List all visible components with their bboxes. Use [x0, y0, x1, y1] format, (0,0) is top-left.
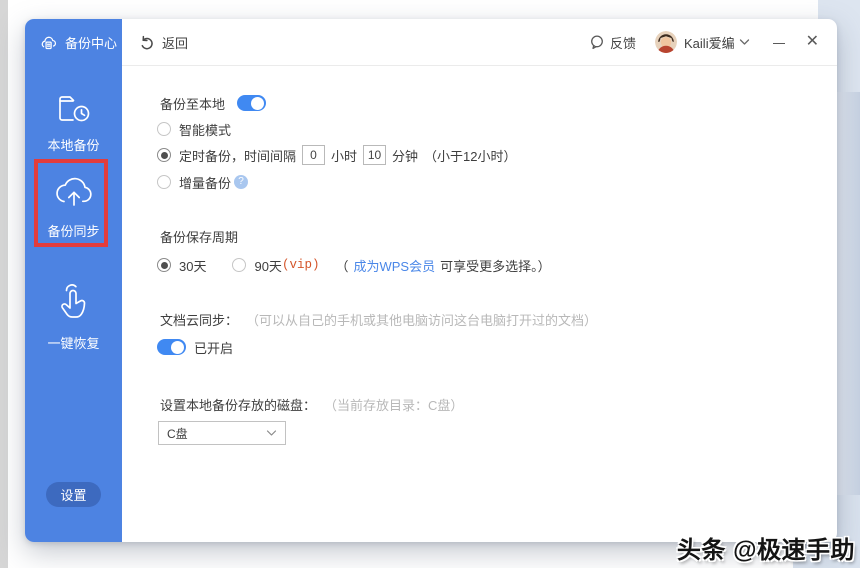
avatar[interactable]: [655, 31, 678, 53]
sidebar: 备份中心 本地备份 备份同步 一键恢复 设置: [25, 19, 122, 542]
feedback-button[interactable]: 反馈: [589, 33, 636, 52]
retention-title: 备份保存周期: [160, 229, 239, 245]
mode-smart-row: 智能模式: [157, 119, 231, 139]
page-edge-strip-left: [0, 0, 8, 568]
retention-30-label: 30天: [179, 258, 207, 274]
cloud-sync-note: （可以从自己的手机或其他电脑访问这台电脑打开过的文档）: [246, 312, 598, 328]
retention-30-radio[interactable]: [157, 258, 171, 272]
close-button[interactable]: ✕: [806, 34, 819, 50]
disk-selected-value: C盘: [167, 426, 188, 441]
cloud-sync-toggle[interactable]: [157, 339, 186, 355]
watermark: 头条 @极速手助: [676, 537, 855, 564]
promo-open-paren: （: [335, 258, 349, 274]
page-background: 备份中心 本地备份 备份同步 一键恢复 设置 返回 反馈 Kaili爱编 ✕ 备…: [0, 0, 860, 568]
sidebar-item-label: 一键恢复: [47, 336, 100, 351]
cloud-sync-toggle-row: 已开启: [157, 337, 233, 357]
backup-local-toggle[interactable]: [237, 95, 267, 111]
dropdown-chevron-icon: [266, 429, 277, 437]
minutes-input[interactable]: [363, 145, 387, 165]
sidebar-item-one-key-restore[interactable]: 一键恢复: [25, 281, 122, 352]
vip-tag: (vip): [281, 258, 320, 272]
toggle-knob: [171, 340, 184, 354]
mode-incremental-radio[interactable]: [157, 175, 171, 189]
mode-timed-radio[interactable]: [157, 148, 171, 162]
topbar-right: 反馈 Kaili爱编 ✕: [589, 31, 819, 53]
sidebar-item-backup-sync[interactable]: 备份同步: [25, 169, 122, 240]
backup-local-title: 备份至本地: [160, 96, 226, 112]
wps-member-link[interactable]: 成为WPS会员: [353, 256, 435, 275]
chevron-down-icon[interactable]: [739, 38, 750, 46]
retention-options-row: 30天 90天 (vip) （ 成为WPS会员 可享受更多选择。）: [157, 255, 551, 275]
disk-note: （当前存放目录：C盘）: [324, 397, 464, 413]
disk-title: 设置本地备份存放的磁盘：: [160, 397, 317, 413]
mode-timed-label: 定时备份，时间间隔: [179, 148, 297, 164]
vip-promo: （ 成为WPS会员 可享受更多选择。）: [335, 256, 550, 275]
promo-rest: 可享受更多选择。）: [440, 258, 551, 274]
help-icon[interactable]: ?: [234, 175, 249, 189]
cloud-sync-state: 已开启: [194, 340, 234, 356]
disk-dropdown[interactable]: C盘: [158, 421, 286, 445]
back-button[interactable]: 返回: [139, 33, 188, 52]
cloud-sync-title: 文档云同步：: [160, 312, 239, 328]
sidebar-item-label: 备份同步: [47, 224, 100, 239]
username[interactable]: Kaili爱编: [684, 33, 735, 52]
back-icon: [139, 34, 155, 50]
cloud-upload-icon: [49, 169, 99, 213]
feedback-bubble-icon: [589, 34, 605, 50]
disk-title-row: 设置本地备份存放的磁盘： （当前存放目录：C盘）: [160, 394, 463, 414]
back-label: 返回: [162, 35, 189, 51]
retention-90-radio[interactable]: [232, 258, 247, 272]
hand-click-icon: [53, 281, 95, 325]
sidebar-item-label: 本地备份: [47, 138, 100, 153]
retention-90-option: 90天 (vip): [232, 256, 319, 275]
sidebar-header-backup-center: 备份中心: [38, 32, 117, 53]
retention-90-label: 90天: [254, 258, 282, 274]
app-window: 备份中心 本地备份 备份同步 一键恢复 设置 返回 反馈 Kaili爱编 ✕ 备…: [25, 19, 837, 542]
hours-unit: 小时: [331, 148, 358, 164]
main-content: 备份至本地 智能模式 定时备份，时间间隔 小时 分钟 （小于12小时） 增量备份…: [122, 66, 837, 542]
minimize-button[interactable]: [772, 35, 786, 49]
disk-select-row: C盘: [158, 421, 286, 445]
timed-hint: （小于12小时）: [424, 148, 517, 164]
hours-input[interactable]: [302, 145, 326, 165]
backup-local-row: 备份至本地: [160, 93, 267, 113]
minutes-unit: 分钟: [392, 148, 419, 164]
sidebar-header-label: 备份中心: [65, 36, 118, 51]
toggle-knob: [251, 96, 265, 110]
mode-timed-row: 定时备份，时间间隔 小时 分钟 （小于12小时）: [157, 145, 517, 165]
feedback-label: 反馈: [610, 35, 637, 51]
mode-incremental-label: 增量备份: [179, 175, 232, 191]
cloud-sync-title-row: 文档云同步： （可以从自己的手机或其他电脑访问这台电脑打开过的文档）: [160, 309, 597, 329]
folder-clock-icon: [52, 87, 96, 127]
sidebar-item-local-backup[interactable]: 本地备份: [25, 87, 122, 154]
backup-center-icon: [38, 32, 59, 53]
mode-smart-radio[interactable]: [157, 122, 171, 136]
settings-button[interactable]: 设置: [46, 482, 101, 507]
retention-title-row: 备份保存周期: [160, 226, 238, 246]
topbar: 返回 反馈 Kaili爱编 ✕: [122, 19, 837, 66]
mode-incremental-row: 增量备份 ?: [157, 172, 249, 192]
mode-smart-label: 智能模式: [179, 122, 232, 138]
